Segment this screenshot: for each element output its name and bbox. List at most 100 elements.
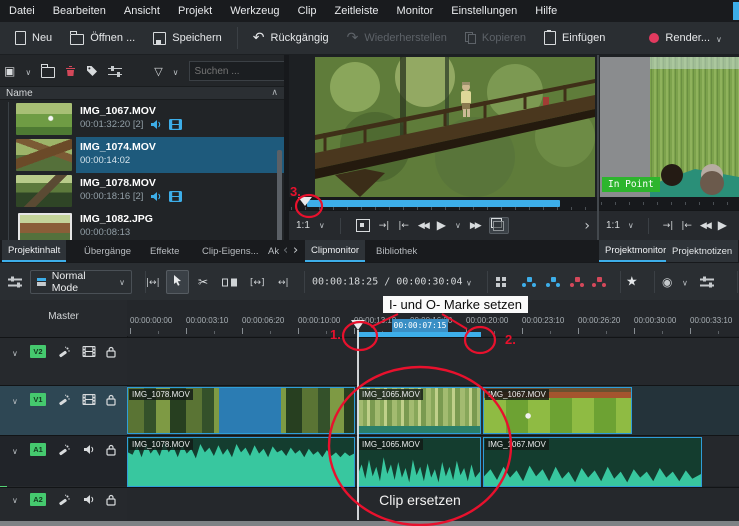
- zoom-level-label[interactable]: 1:1: [296, 220, 310, 231]
- spacer-tool-icon[interactable]: [146, 276, 160, 288]
- track-lane-v2[interactable]: [127, 338, 739, 385]
- add-clip-icon[interactable]: [4, 65, 15, 77]
- edit-mode-dropdown[interactable]: Normal Mode: [30, 270, 132, 294]
- effects-wand-icon[interactable]: [58, 346, 70, 361]
- track-header-a2[interactable]: A2: [0, 488, 127, 521]
- menu-item-ansicht[interactable]: Ansicht: [115, 0, 169, 22]
- toolbar-overflow-icon[interactable]: [584, 219, 590, 233]
- guide-overlay-icon[interactable]: [356, 219, 370, 232]
- audio-clip-img1065[interactable]: IMG_1065.MOV: [357, 437, 481, 487]
- lift-zone-icon[interactable]: [592, 277, 607, 287]
- bin-scrollbar[interactable]: [277, 150, 282, 240]
- tag-icon[interactable]: [86, 65, 98, 77]
- track-badge[interactable]: A2: [30, 493, 46, 506]
- menu-item-clip[interactable]: Clip: [289, 0, 326, 22]
- track-header-v1[interactable]: V1: [0, 386, 127, 435]
- tab-scroll-right-icon[interactable]: [293, 244, 298, 257]
- tab-clipmonitor[interactable]: Clipmonitor: [305, 240, 365, 262]
- filter-chevron-icon[interactable]: [173, 66, 179, 77]
- set-in-point-icon[interactable]: [379, 221, 390, 231]
- ripple-tool-icon[interactable]: [278, 276, 289, 288]
- tab-projektnotizen[interactable]: Projektnotizen: [666, 240, 738, 262]
- menu-item-werkzeug[interactable]: Werkzeug: [221, 0, 288, 22]
- effects-wand-icon[interactable]: [58, 394, 70, 409]
- effects-wand-icon[interactable]: [58, 444, 70, 459]
- track-header-v2[interactable]: V2: [0, 338, 127, 385]
- lock-icon[interactable]: [106, 494, 116, 509]
- play-icon[interactable]: [718, 219, 727, 232]
- rewind-icon[interactable]: [700, 221, 710, 231]
- slip-tool-icon[interactable]: [222, 278, 237, 287]
- menu-item-hilfe[interactable]: Hilfe: [526, 0, 566, 22]
- tab-effekte[interactable]: Effekte: [144, 240, 185, 262]
- set-out-point-icon[interactable]: [681, 221, 692, 231]
- zoom-level-label[interactable]: 1:1: [606, 220, 620, 231]
- audio-record-icon[interactable]: [662, 276, 672, 288]
- timeline-horizontal-scrollbar[interactable]: [0, 521, 739, 526]
- tab-ak-truncated[interactable]: Ak: [262, 240, 285, 262]
- audio-clip-img1067[interactable]: IMG_1067.MOV: [483, 437, 702, 487]
- menu-item-datei[interactable]: Datei: [0, 0, 44, 22]
- set-out-point-icon[interactable]: [398, 221, 409, 231]
- clip-monitor-video[interactable]: [315, 57, 595, 197]
- project-monitor-seekbar[interactable]: [599, 197, 739, 210]
- chevron-down-icon[interactable]: [12, 395, 18, 406]
- effects-wand-icon[interactable]: [58, 494, 70, 509]
- tab-scroll-left-icon[interactable]: [283, 244, 288, 257]
- search-input[interactable]: [189, 61, 287, 81]
- fast-forward-icon[interactable]: [470, 221, 480, 231]
- video-clip-img1078[interactable]: IMG_1078.MOV: [127, 387, 355, 434]
- video-clip-img1067[interactable]: IMG_1067.MOV: [483, 387, 632, 434]
- open-button[interactable]: Öffnen ...: [61, 26, 144, 50]
- save-button[interactable]: Speichern: [144, 27, 231, 50]
- menu-item-monitor[interactable]: Monitor: [388, 0, 443, 22]
- chevron-down-icon[interactable]: [12, 445, 18, 456]
- project-monitor-video[interactable]: [600, 57, 739, 197]
- timeline-settings-icon[interactable]: [8, 277, 22, 288]
- undo-button[interactable]: Rückgängig: [244, 26, 338, 50]
- play-icon[interactable]: [437, 219, 446, 232]
- bin-menu-icon[interactable]: [108, 66, 120, 77]
- tab-projektinhalt[interactable]: Projektinhalt: [2, 240, 66, 262]
- bin-column-header[interactable]: Name: [0, 86, 284, 100]
- track-badge[interactable]: V1: [30, 393, 46, 406]
- track-options-icon[interactable]: [700, 277, 714, 288]
- tab-bibliothek[interactable]: Bibliothek: [370, 240, 423, 262]
- bin-item-img1074-selected[interactable]: IMG_1074.MOV 00:00:14:02: [0, 137, 284, 173]
- sort-ascending-icon[interactable]: [271, 88, 278, 98]
- overwrite-zone-icon[interactable]: [546, 277, 561, 287]
- lock-icon[interactable]: [106, 444, 116, 459]
- menu-item-bearbeiten[interactable]: Bearbeiten: [44, 0, 115, 22]
- lock-icon[interactable]: [106, 346, 116, 361]
- add-clip-chevron-icon[interactable]: [25, 66, 31, 77]
- extract-zone-icon[interactable]: [570, 277, 585, 287]
- paste-button[interactable]: Einfügen: [535, 26, 614, 50]
- render-button[interactable]: Render...: [640, 27, 731, 49]
- menu-item-zeitleiste[interactable]: Zeitleiste: [326, 0, 388, 22]
- razor-tool-icon[interactable]: [198, 276, 208, 288]
- rewind-icon[interactable]: [418, 221, 428, 231]
- selection-tool-button[interactable]: [166, 270, 189, 294]
- tab-projektmonitor[interactable]: Projektmonitor: [599, 240, 672, 262]
- tab-uebergaenge[interactable]: Übergänge: [78, 240, 137, 262]
- video-clip-img1065[interactable]: IMG_1065.MOV: [357, 387, 481, 434]
- track-header-a1[interactable]: A1: [0, 436, 127, 486]
- roll-tool-icon[interactable]: [250, 276, 265, 288]
- chevron-down-icon[interactable]: [12, 347, 18, 358]
- play-options-chevron-icon[interactable]: [455, 221, 461, 231]
- record-chevron-icon[interactable]: [682, 277, 688, 288]
- timecode-chevron-icon[interactable]: [466, 277, 472, 288]
- chevron-down-icon[interactable]: [628, 221, 634, 231]
- lock-icon[interactable]: [106, 394, 116, 409]
- filter-icon[interactable]: [154, 66, 162, 77]
- audio-track-icon[interactable]: [83, 444, 95, 458]
- mixer-icon[interactable]: [496, 277, 507, 287]
- timeline-playhead-marker[interactable]: [351, 320, 365, 330]
- track-badge[interactable]: A1: [30, 443, 46, 456]
- tab-clip-eigenschaften[interactable]: Clip-Eigens...: [196, 240, 265, 262]
- master-button[interactable]: Master: [0, 304, 127, 328]
- bin-item-img1078[interactable]: IMG_1078.MOV 00:00:18:16 [2]: [0, 173, 284, 209]
- bin-item-img1082[interactable]: IMG_1082.JPG 00:00:08:13: [0, 209, 284, 240]
- menu-item-einstellungen[interactable]: Einstellungen: [442, 0, 526, 22]
- insert-zone-icon[interactable]: [522, 277, 537, 287]
